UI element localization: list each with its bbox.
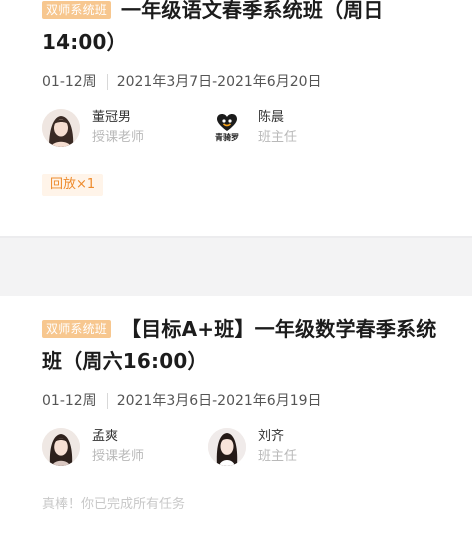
course-card[interactable]: 双师系统班 【目标A+班】一年级数学春季系统班（周六16:00） 01-12周 2…: [0, 296, 472, 535]
teacher-lecturer[interactable]: 孟爽 授课老师: [42, 427, 208, 467]
course-title: 双师系统班 【目标A+班】一年级数学春季系统班（周六16:00）: [42, 296, 446, 377]
teacher-list: 董冠男 授课老师 青骑罗 陈晨 班主任: [42, 108, 446, 148]
teacher-photo-icon: [42, 428, 80, 466]
divider: [106, 74, 108, 90]
completion-status: 真棒！你已完成所有任务: [42, 497, 186, 512]
course-type-tag: 双师系统班: [42, 320, 112, 338]
teacher-role: 班主任: [258, 130, 298, 145]
teacher-name: 董冠男: [92, 110, 132, 125]
teacher-name: 孟爽: [92, 429, 119, 444]
brand-logo-icon: 青骑罗: [208, 109, 246, 147]
teacher-role: 授课老师: [92, 130, 145, 145]
course-type-tag: 双师系统班: [42, 1, 112, 19]
course-schedule: 01-12周 2021年3月6日-2021年6月19日: [42, 391, 446, 411]
course-weeks: 01-12周: [42, 74, 97, 90]
teacher-photo-icon: [42, 109, 80, 147]
brand-logo-text: 青骑罗: [215, 132, 239, 142]
course-card[interactable]: 双师系统班 一年级语文春季系统班（周日14:00） 01-12周 2021年3月7…: [0, 0, 472, 238]
teacher-list: 孟爽 授课老师 刘齐 班主任: [42, 427, 446, 467]
teacher-name: 陈晨: [258, 110, 285, 125]
course-weeks: 01-12周: [42, 393, 97, 409]
teacher-lecturer[interactable]: 董冠男 授课老师: [42, 108, 208, 148]
teacher-head[interactable]: 青骑罗 陈晨 班主任: [208, 108, 374, 148]
divider: [106, 393, 108, 409]
course-schedule: 01-12周 2021年3月7日-2021年6月20日: [42, 72, 446, 92]
replay-badge[interactable]: 回放×1: [42, 174, 104, 196]
course-date-range: 2021年3月6日-2021年6月19日: [116, 393, 322, 409]
teacher-photo-icon: [208, 428, 246, 466]
teacher-role: 班主任: [258, 449, 298, 464]
teacher-role: 授课老师: [92, 449, 145, 464]
course-date-range: 2021年3月7日-2021年6月20日: [116, 74, 322, 90]
course-title: 双师系统班 一年级语文春季系统班（周日14:00）: [42, 0, 446, 58]
teacher-head[interactable]: 刘齐 班主任: [208, 427, 374, 467]
teacher-name: 刘齐: [258, 429, 285, 444]
